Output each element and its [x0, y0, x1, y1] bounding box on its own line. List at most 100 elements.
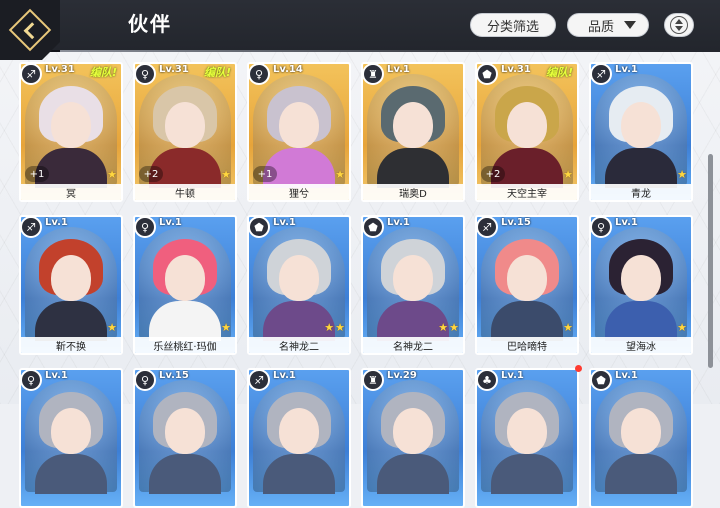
partner-card[interactable]: ♀ Lv.14 +1 ★ 狸兮 — [247, 62, 351, 202]
character-name: 望海冰 — [591, 337, 691, 353]
class-icon: ⬟ — [363, 217, 384, 238]
partner-card[interactable]: ♐ Lv.15 ★ 巴哈嘀特 — [475, 215, 579, 355]
class-icon: ♀ — [21, 370, 42, 391]
character-name: 乐丝桃红·玛伽 — [135, 337, 235, 353]
level-label: Lv.1 — [159, 217, 182, 228]
level-label: Lv.15 — [501, 217, 531, 228]
character-name: 冥 — [21, 184, 121, 200]
team-badge: 编队! — [89, 66, 117, 79]
partner-card[interactable]: ⬟ Lv.1 — [589, 368, 693, 508]
level-label: Lv.1 — [615, 370, 638, 381]
level-label: Lv.1 — [615, 217, 638, 228]
star-icon: ★ — [563, 168, 573, 181]
back-diamond-icon — [8, 8, 52, 52]
star-icon: ★ — [677, 321, 687, 334]
class-icon: ⬟ — [249, 217, 270, 238]
star-icon: ★ — [677, 168, 687, 181]
level-label: Lv.14 — [273, 64, 303, 75]
character-portrait — [595, 380, 687, 494]
category-filter-button[interactable]: 分类筛选 — [470, 13, 556, 37]
character-portrait — [139, 380, 231, 494]
class-icon: ♐ — [249, 370, 270, 391]
chevron-down-icon — [624, 21, 637, 29]
partner-card[interactable]: ♀ Lv.15 — [133, 368, 237, 508]
partner-card[interactable]: ♜ Lv.29 — [361, 368, 465, 508]
level-label: Lv.1 — [387, 64, 410, 75]
character-name: 狸兮 — [249, 184, 349, 200]
sort-order-button[interactable] — [664, 13, 694, 37]
class-icon: ♐ — [477, 217, 498, 238]
star-icon: ★ — [221, 168, 231, 181]
class-icon: ♀ — [135, 64, 156, 85]
class-icon: ♀ — [135, 370, 156, 391]
partner-card[interactable]: ♐ Lv.1 — [247, 368, 351, 508]
character-name: 名神龙二 — [363, 337, 463, 353]
class-icon: ♜ — [363, 370, 384, 391]
star-rating: ★ — [677, 321, 687, 334]
class-icon: ⬟ — [591, 370, 612, 391]
class-icon: ♐ — [21, 64, 42, 85]
partner-card[interactable]: ♐ Lv.1 ★ 青龙 — [589, 62, 693, 202]
partner-card[interactable]: ♐ Lv.31 编队! +1 ★ 冥 — [19, 62, 123, 202]
star-icon: ★ — [335, 321, 345, 334]
partner-card[interactable]: ♀ Lv.1 — [19, 368, 123, 508]
star-rating: ★ — [221, 321, 231, 334]
partner-card[interactable]: ♀ Lv.31 编队! +2 ★ 牛顿 — [133, 62, 237, 202]
class-icon: ♐ — [21, 217, 42, 238]
character-portrait — [595, 74, 687, 188]
character-portrait — [139, 227, 231, 341]
notification-dot — [575, 365, 582, 372]
character-portrait — [25, 380, 117, 494]
partner-card[interactable]: ♐ Lv.1 ★ 靳不换 — [19, 215, 123, 355]
partner-card[interactable]: ♀ Lv.1 ★ 望海冰 — [589, 215, 693, 355]
character-portrait — [25, 227, 117, 341]
level-label: Lv.15 — [159, 370, 189, 381]
star-rating: ★ — [677, 168, 687, 181]
star-rating: ★ — [221, 168, 231, 181]
character-name: 名神龙二 — [249, 337, 349, 353]
team-badge: 编队! — [203, 66, 231, 79]
character-name: 青龙 — [591, 184, 691, 200]
quality-label: 品质 — [588, 19, 615, 35]
character-portrait — [481, 380, 573, 494]
character-name: 牛顿 — [135, 184, 235, 200]
level-label: Lv.29 — [387, 370, 417, 381]
star-rating: ★ — [107, 168, 117, 181]
quality-dropdown[interactable]: 品质 — [567, 13, 649, 37]
class-icon: ♀ — [249, 64, 270, 85]
star-rating: ★ ★ — [324, 321, 345, 334]
character-portrait — [595, 227, 687, 341]
class-icon: ♀ — [135, 217, 156, 238]
star-icon: ★ — [221, 321, 231, 334]
upgrade-count: +1 — [253, 166, 277, 182]
partner-card[interactable]: ♜ Lv.1 瑞奥D — [361, 62, 465, 202]
class-icon: ♀ — [591, 217, 612, 238]
partner-card[interactable]: ⬟ Lv.1 ★ ★ 名神龙二 — [247, 215, 351, 355]
level-label: Lv.1 — [273, 217, 296, 228]
partner-card[interactable]: ⬟ Lv.1 ★ ★ 名神龙二 — [361, 215, 465, 355]
upgrade-count: +2 — [481, 166, 505, 182]
back-button[interactable] — [0, 0, 60, 60]
star-icon: ★ — [438, 321, 449, 334]
class-icon: ⬟ — [477, 64, 498, 85]
star-icon: ★ — [107, 321, 117, 334]
star-rating: ★ — [335, 168, 345, 181]
partner-card[interactable]: ♣ Lv.1 — [475, 368, 579, 508]
level-label: Lv.31 — [501, 64, 531, 75]
character-portrait — [367, 74, 459, 188]
star-rating: ★ ★ — [438, 321, 459, 334]
scrollbar[interactable] — [708, 154, 713, 368]
class-icon: ♐ — [591, 64, 612, 85]
upgrade-count: +1 — [25, 166, 49, 182]
level-label: Lv.1 — [273, 370, 296, 381]
sort-toggle-icon — [670, 16, 688, 34]
star-icon: ★ — [107, 168, 117, 181]
character-portrait — [367, 380, 459, 494]
level-label: Lv.1 — [387, 217, 410, 228]
partner-card[interactable]: ♀ Lv.1 ★ 乐丝桃红·玛伽 — [133, 215, 237, 355]
star-icon: ★ — [563, 321, 573, 334]
level-label: Lv.1 — [45, 370, 68, 381]
level-label: Lv.31 — [159, 64, 189, 75]
level-label: Lv.31 — [45, 64, 75, 75]
partner-card[interactable]: ⬟ Lv.31 编队! +2 ★ 天空主宰 — [475, 62, 579, 202]
